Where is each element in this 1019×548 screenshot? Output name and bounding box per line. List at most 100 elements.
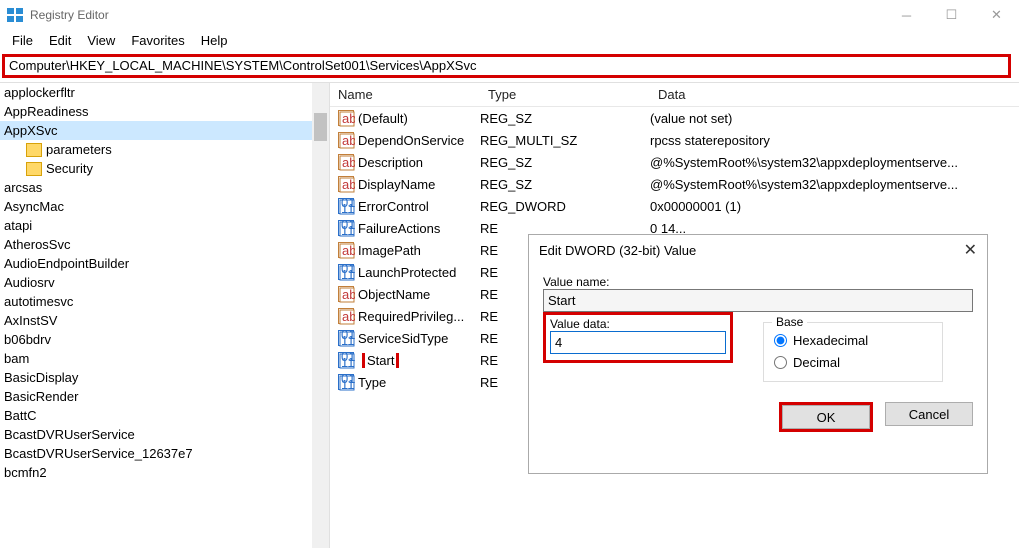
col-name[interactable]: Name [330,87,480,102]
regedit-icon [6,6,24,24]
tree-item[interactable]: AppXSvc [0,121,329,140]
svg-text:110: 110 [341,355,355,369]
string-value-icon: ab [338,132,354,148]
ok-button[interactable]: OK [782,405,870,429]
window-title: Registry Editor [30,8,884,22]
string-value-icon: ab [338,308,354,324]
binary-value-icon: 011110 [338,330,354,346]
tree-item[interactable]: BasicDisplay [0,368,329,387]
menu-view[interactable]: View [81,31,121,50]
tree-item[interactable]: AtherosSvc [0,235,329,254]
edit-dword-dialog: Edit DWORD (32-bit) Value ✕ Value name: … [528,234,988,474]
hex-radio[interactable] [774,334,787,347]
tree-item[interactable]: BcastDVRUserService [0,425,329,444]
value-name: FailureActions [358,221,480,236]
value-name: LaunchProtected [358,265,480,280]
svg-text:110: 110 [341,267,355,281]
svg-text:110: 110 [341,201,355,215]
value-name: ServiceSidType [358,331,480,346]
value-type: REG_SZ [480,177,650,192]
value-row[interactable]: abDescriptionREG_SZ@%SystemRoot%\system3… [330,151,1019,173]
value-type: REG_DWORD [480,199,650,214]
base-legend: Base [772,315,807,329]
hex-label: Hexadecimal [793,333,868,348]
value-name: RequiredPrivileg... [358,309,480,324]
value-row[interactable]: ab(Default)REG_SZ(value not set) [330,107,1019,129]
value-data: 0x00000001 (1) [650,199,1019,214]
tree-item[interactable]: bam [0,349,329,368]
value-name: (Default) [358,111,480,126]
tree-item[interactable]: Audiosrv [0,273,329,292]
string-value-icon: ab [338,242,354,258]
col-type[interactable]: Type [480,87,650,102]
value-data: (value not set) [650,111,1019,126]
address-bar: Computer\HKEY_LOCAL_MACHINE\SYSTEM\Contr… [2,54,1011,78]
svg-text:ab: ab [342,111,355,126]
menu-favorites[interactable]: Favorites [125,31,190,50]
dialog-close-icon[interactable]: ✕ [964,240,977,260]
value-name: Start [358,353,480,368]
tree-item[interactable]: AudioEndpointBuilder [0,254,329,273]
titlebar: Registry Editor ─ ☐ ✕ [0,0,1019,30]
value-row[interactable]: abDisplayNameREG_SZ@%SystemRoot%\system3… [330,173,1019,195]
svg-text:110: 110 [341,377,355,391]
value-name: ObjectName [358,287,480,302]
tree-scrollbar[interactable] [312,83,329,548]
value-row[interactable]: 011110ErrorControlREG_DWORD0x00000001 (1… [330,195,1019,217]
dec-label: Decimal [793,355,840,370]
menu-help[interactable]: Help [195,31,234,50]
list-header: Name Type Data [330,83,1019,107]
string-value-icon: ab [338,176,354,192]
tree-item[interactable]: autotimesvc [0,292,329,311]
value-type: REG_SZ [480,111,650,126]
cancel-button[interactable]: Cancel [885,402,973,426]
tree-item[interactable]: applockerfltr [0,83,329,102]
tree-pane: applockerfltrAppReadinessAppXSvcparamete… [0,83,330,548]
binary-value-icon: 011110 [338,198,354,214]
value-name: ImagePath [358,243,480,258]
value-type: REG_MULTI_SZ [480,133,650,148]
value-name-label: Value name: [543,275,973,289]
svg-text:110: 110 [341,333,355,347]
value-row[interactable]: abDependOnServiceREG_MULTI_SZrpcss state… [330,129,1019,151]
binary-value-icon: 011110 [338,352,354,368]
address-input[interactable]: Computer\HKEY_LOCAL_MACHINE\SYSTEM\Contr… [2,54,1011,78]
tree-item[interactable]: b06bdrv [0,330,329,349]
menu-edit[interactable]: Edit [43,31,77,50]
value-type: REG_SZ [480,155,650,170]
value-name: Type [358,375,480,390]
tree-item[interactable]: AxInstSV [0,311,329,330]
tree-item[interactable]: BcastDVRUserService_12637e7 [0,444,329,463]
svg-text:ab: ab [342,133,355,148]
svg-text:ab: ab [342,287,355,302]
value-name-input [543,289,973,312]
close-button[interactable]: ✕ [974,0,1019,30]
svg-text:ab: ab [342,309,355,324]
value-data-input[interactable] [550,331,726,354]
maximize-button[interactable]: ☐ [929,0,974,30]
dec-radio[interactable] [774,356,787,369]
tree-item[interactable]: AppReadiness [0,102,329,121]
col-data[interactable]: Data [650,87,1019,102]
minimize-button[interactable]: ─ [884,0,929,30]
binary-value-icon: 011110 [338,220,354,236]
tree-item[interactable]: atapi [0,216,329,235]
svg-text:ab: ab [342,155,355,170]
tree-item[interactable]: parameters [0,140,329,159]
value-data: @%SystemRoot%\system32\appxdeploymentser… [650,155,1019,170]
tree-item[interactable]: BasicRender [0,387,329,406]
string-value-icon: ab [338,110,354,126]
svg-text:ab: ab [342,243,355,258]
tree-item[interactable]: bcmfn2 [0,463,329,482]
tree-item[interactable]: AsyncMac [0,197,329,216]
tree-item[interactable]: Security [0,159,329,178]
string-value-icon: ab [338,286,354,302]
menu-file[interactable]: File [6,31,39,50]
svg-text:ab: ab [342,177,355,192]
value-data: rpcss staterepository [650,133,1019,148]
value-name: Description [358,155,480,170]
svg-text:110: 110 [341,223,355,237]
tree-item[interactable]: arcsas [0,178,329,197]
tree-item[interactable]: BattC [0,406,329,425]
menubar: File Edit View Favorites Help [0,30,1019,50]
